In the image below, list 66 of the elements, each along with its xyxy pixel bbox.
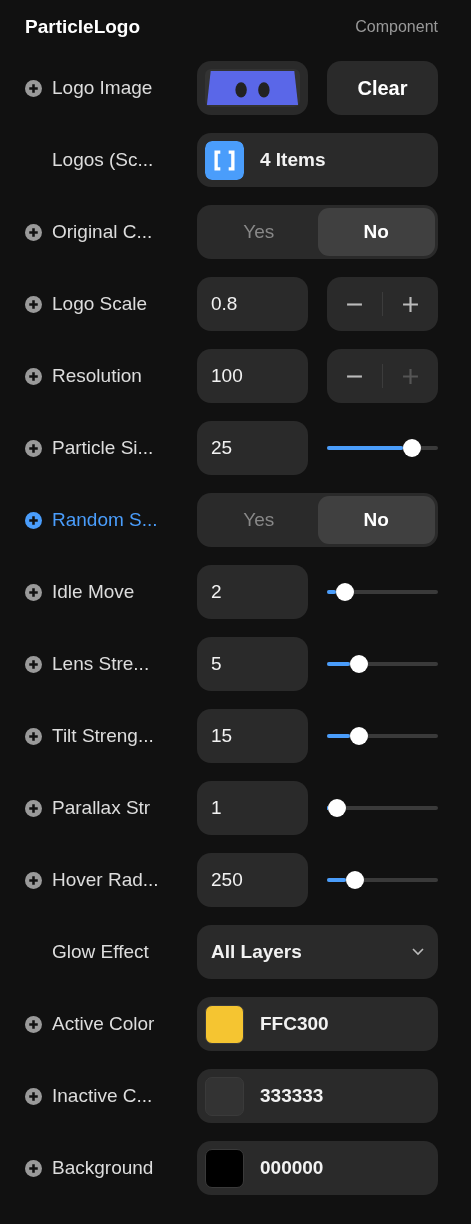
property-label: Resolution (52, 365, 142, 387)
slider-thumb[interactable] (350, 655, 369, 673)
number-field[interactable]: 15 (197, 709, 308, 763)
property-label: Random S... (52, 509, 158, 531)
add-icon[interactable] (25, 799, 42, 817)
chevron-down-icon (412, 948, 424, 956)
property-label: Parallax Str (52, 797, 151, 819)
component-title: ParticleLogo (25, 16, 141, 38)
number-field[interactable]: 250 (197, 853, 308, 907)
color-field[interactable]: 333333 (197, 1069, 438, 1123)
slider-fill (327, 662, 351, 666)
add-icon[interactable] (25, 223, 42, 241)
image-thumbnail[interactable] (197, 61, 308, 115)
slider-thumb[interactable] (403, 439, 422, 457)
slider-thumb[interactable] (335, 583, 354, 601)
number-field[interactable]: 25 (197, 421, 308, 475)
slider-thumb[interactable] (350, 727, 369, 745)
color-swatch[interactable] (205, 1148, 244, 1188)
slider-fill (327, 734, 351, 738)
color-field[interactable]: 000000 (197, 1141, 438, 1195)
dropdown[interactable]: All Layers (197, 925, 438, 979)
clear-button[interactable]: Clear (327, 61, 438, 115)
property-label: Lens Stre... (52, 653, 150, 675)
plus-icon[interactable] (401, 295, 419, 313)
property-label: Particle Si... (52, 437, 154, 459)
property-label: Logos (Sc... (52, 149, 154, 171)
slider-fill (327, 590, 336, 594)
property-label: Glow Effect (52, 941, 149, 963)
number-field[interactable]: 0.8 (197, 277, 308, 331)
add-icon[interactable] (25, 511, 42, 529)
property-label: Active Color (52, 1013, 155, 1035)
color-swatch[interactable] (205, 1004, 244, 1044)
add-icon[interactable] (25, 655, 42, 673)
component-label: Component (355, 18, 438, 36)
add-icon[interactable] (25, 439, 42, 457)
add-icon[interactable] (25, 871, 42, 889)
brackets-icon (205, 140, 244, 180)
property-label: Background (52, 1157, 154, 1179)
number-field[interactable]: 5 (197, 637, 308, 691)
slider-thumb[interactable] (345, 871, 364, 889)
number-field[interactable]: 100 (197, 349, 308, 403)
add-icon[interactable] (25, 583, 42, 601)
property-label: Original C... (52, 221, 153, 243)
add-icon[interactable] (25, 1015, 42, 1033)
property-label: Inactive C... (52, 1085, 153, 1107)
segment-option[interactable]: Yes (200, 208, 318, 256)
add-icon[interactable] (25, 1087, 42, 1105)
property-label: Logo Image (52, 77, 153, 99)
property-label: Logo Scale (52, 293, 148, 315)
add-icon[interactable] (25, 295, 42, 313)
segment-option[interactable]: Yes (200, 496, 318, 544)
segment-option[interactable]: No (317, 208, 435, 256)
segment-option[interactable]: No (317, 496, 435, 544)
slider-thumb[interactable] (328, 799, 346, 817)
number-field[interactable]: 2 (197, 565, 308, 619)
property-label: Idle Move (52, 581, 135, 603)
add-icon[interactable] (25, 79, 42, 97)
color-field[interactable]: FFC300 (197, 997, 438, 1051)
slider-fill (327, 878, 346, 882)
property-label: Tilt Streng... (52, 725, 154, 747)
array-field[interactable]: 4 Items (197, 133, 438, 187)
add-icon[interactable] (25, 367, 42, 385)
property-label: Hover Rad... (52, 869, 159, 891)
add-icon[interactable] (25, 727, 42, 745)
add-icon[interactable] (25, 1159, 42, 1177)
number-field[interactable]: 1 (197, 781, 308, 835)
